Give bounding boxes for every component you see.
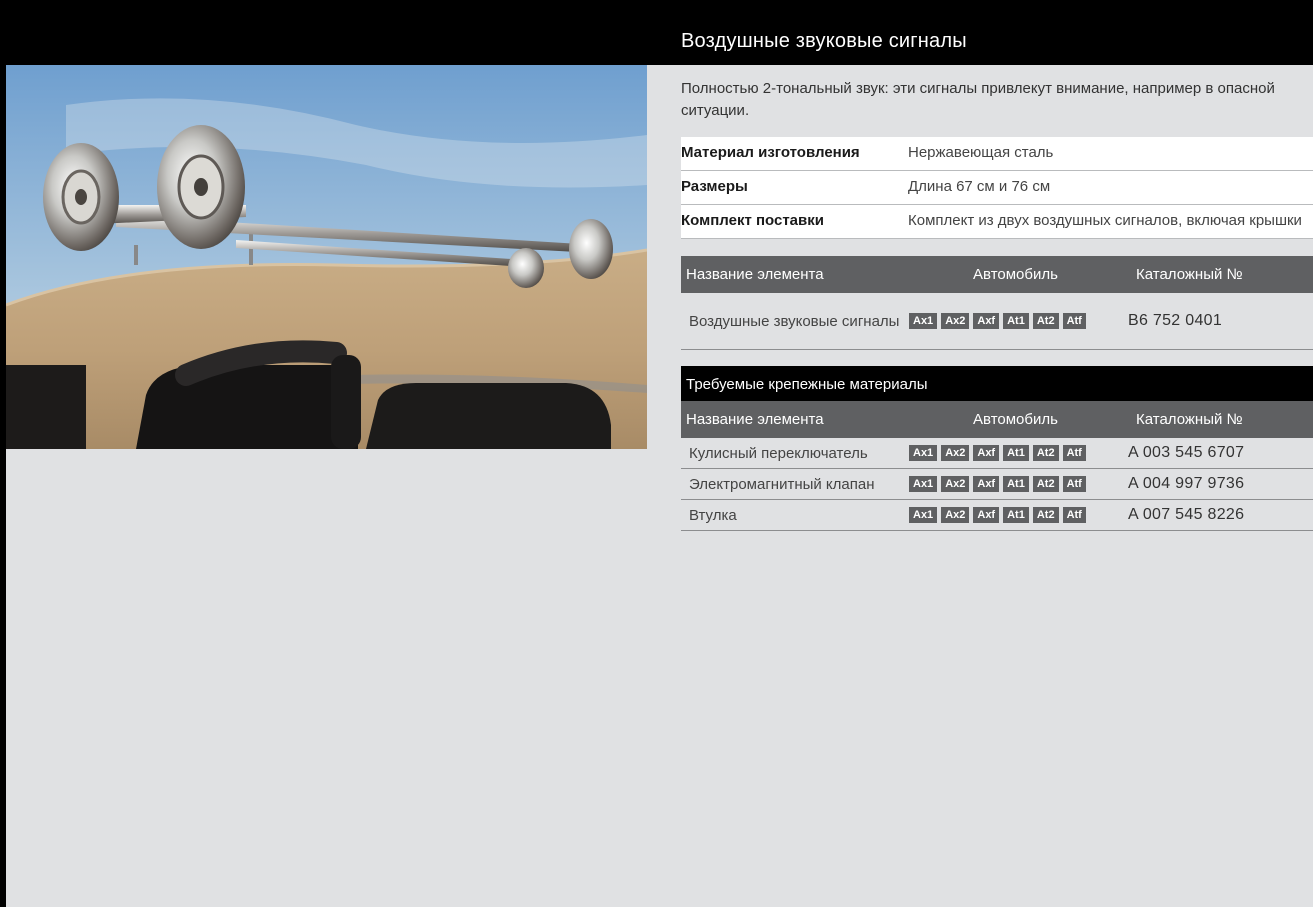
item-name: Втулка [689,506,737,524]
vehicle-tag: Ax2 [941,313,970,329]
spec-label: Комплект поставки [681,212,824,229]
vehicle-tag: Atf [1062,507,1086,523]
vehicle-tag: Axf [973,507,1000,523]
column-header-name: Название элемента [686,411,824,428]
catalog-page: Воздушные звуковые сигналы Полностью 2-т… [6,14,1313,907]
vehicle-tag: Ax1 [909,507,938,523]
part-number: B6 752 0401 [1128,312,1223,329]
vehicle-tag: Ax1 [909,476,938,492]
parts-table-header: Название элемента Автомобиль Каталожный … [681,256,1313,293]
spec-label: Размеры [681,178,748,195]
vehicle-tag: Axf [973,476,1000,492]
item-name: Кулисный переключатель [689,444,868,462]
vehicle-tag: Atf [1062,476,1086,492]
vehicle-tag: Atf [1062,445,1086,461]
vehicle-tags: Ax1 Ax2 Axf At1 At2 Atf [909,313,1128,329]
vehicle-tag: Atf [1062,313,1086,329]
part-number: A 007 545 8226 [1128,506,1245,523]
column-header-vehicle: Автомобиль [973,411,1058,428]
column-header-name: Название элемента [686,266,824,283]
item-name: Электромагнитный клапан [689,475,875,493]
spec-table: Материал изготовления Нержавеющая сталь … [681,137,1313,239]
fixings-table-header: Название элемента Автомобиль Каталожный … [681,401,1313,438]
column-header-part-no: Каталожный № [1136,266,1243,283]
product-description: Полностью 2-тональный звук: эти сигналы … [681,80,1275,119]
vehicle-tag: At2 [1032,313,1059,329]
vehicle-tag: At1 [1003,507,1029,523]
vehicle-tag: At2 [1032,507,1059,523]
page-title: Воздушные звуковые сигналы [681,30,967,52]
table-row: Втулка Ax1 Ax2 Axf At1 At2 Atf A 007 545… [681,500,1313,531]
vehicle-tag: Ax2 [941,476,970,492]
vehicle-tag: Axf [973,445,1000,461]
fixings-section-title: Требуемые крепежные материалы [681,366,1313,401]
spec-value: Нержавеющая сталь [908,144,1054,161]
table-row: Электромагнитный клапан Ax1 Ax2 Axf At1 … [681,469,1313,500]
vehicle-tag: Ax1 [909,313,938,329]
column-header-part-no: Каталожный № [1136,411,1243,428]
item-name: Воздушные звуковые сигналы [689,312,900,330]
table-row: Кулисный переключатель Ax1 Ax2 Axf At1 A… [681,438,1313,469]
spec-row-scope-of-delivery: Комплект поставки Комплект из двух возду… [681,205,1313,239]
vehicle-tag: At1 [1003,445,1029,461]
vehicle-tag: Ax1 [909,445,938,461]
vehicle-tag: Ax2 [941,507,970,523]
vehicle-tags: Ax1 Ax2 Axf At1 At2 Atf [909,445,1128,461]
spec-label: Материал изготовления [681,144,860,161]
vehicle-tag: At1 [1003,476,1029,492]
spec-row-material: Материал изготовления Нержавеющая сталь [681,137,1313,171]
part-number: A 004 997 9736 [1128,475,1245,492]
product-photo [6,65,647,449]
top-bar [6,14,1313,65]
vehicle-tag: Axf [973,313,1000,329]
spec-value: Длина 67 см и 76 см [908,178,1051,195]
vehicle-tag: At2 [1032,476,1059,492]
vehicle-tag: At2 [1032,445,1059,461]
part-number: A 003 545 6707 [1128,444,1245,461]
column-header-vehicle: Автомобиль [973,266,1058,283]
vehicle-tag: At1 [1003,313,1029,329]
vehicle-tag: Ax2 [941,445,970,461]
vehicle-tags: Ax1 Ax2 Axf At1 At2 Atf [909,476,1128,492]
spec-value: Комплект из двух воздушных сигналов, вкл… [908,212,1302,229]
product-details: Полностью 2-тональный звук: эти сигналы … [681,65,1313,531]
spec-row-dimensions: Размеры Длина 67 см и 76 см [681,171,1313,205]
vehicle-tags: Ax1 Ax2 Axf At1 At2 Atf [909,507,1128,523]
table-row: Воздушные звуковые сигналы Ax1 Ax2 Axf A… [681,293,1313,350]
